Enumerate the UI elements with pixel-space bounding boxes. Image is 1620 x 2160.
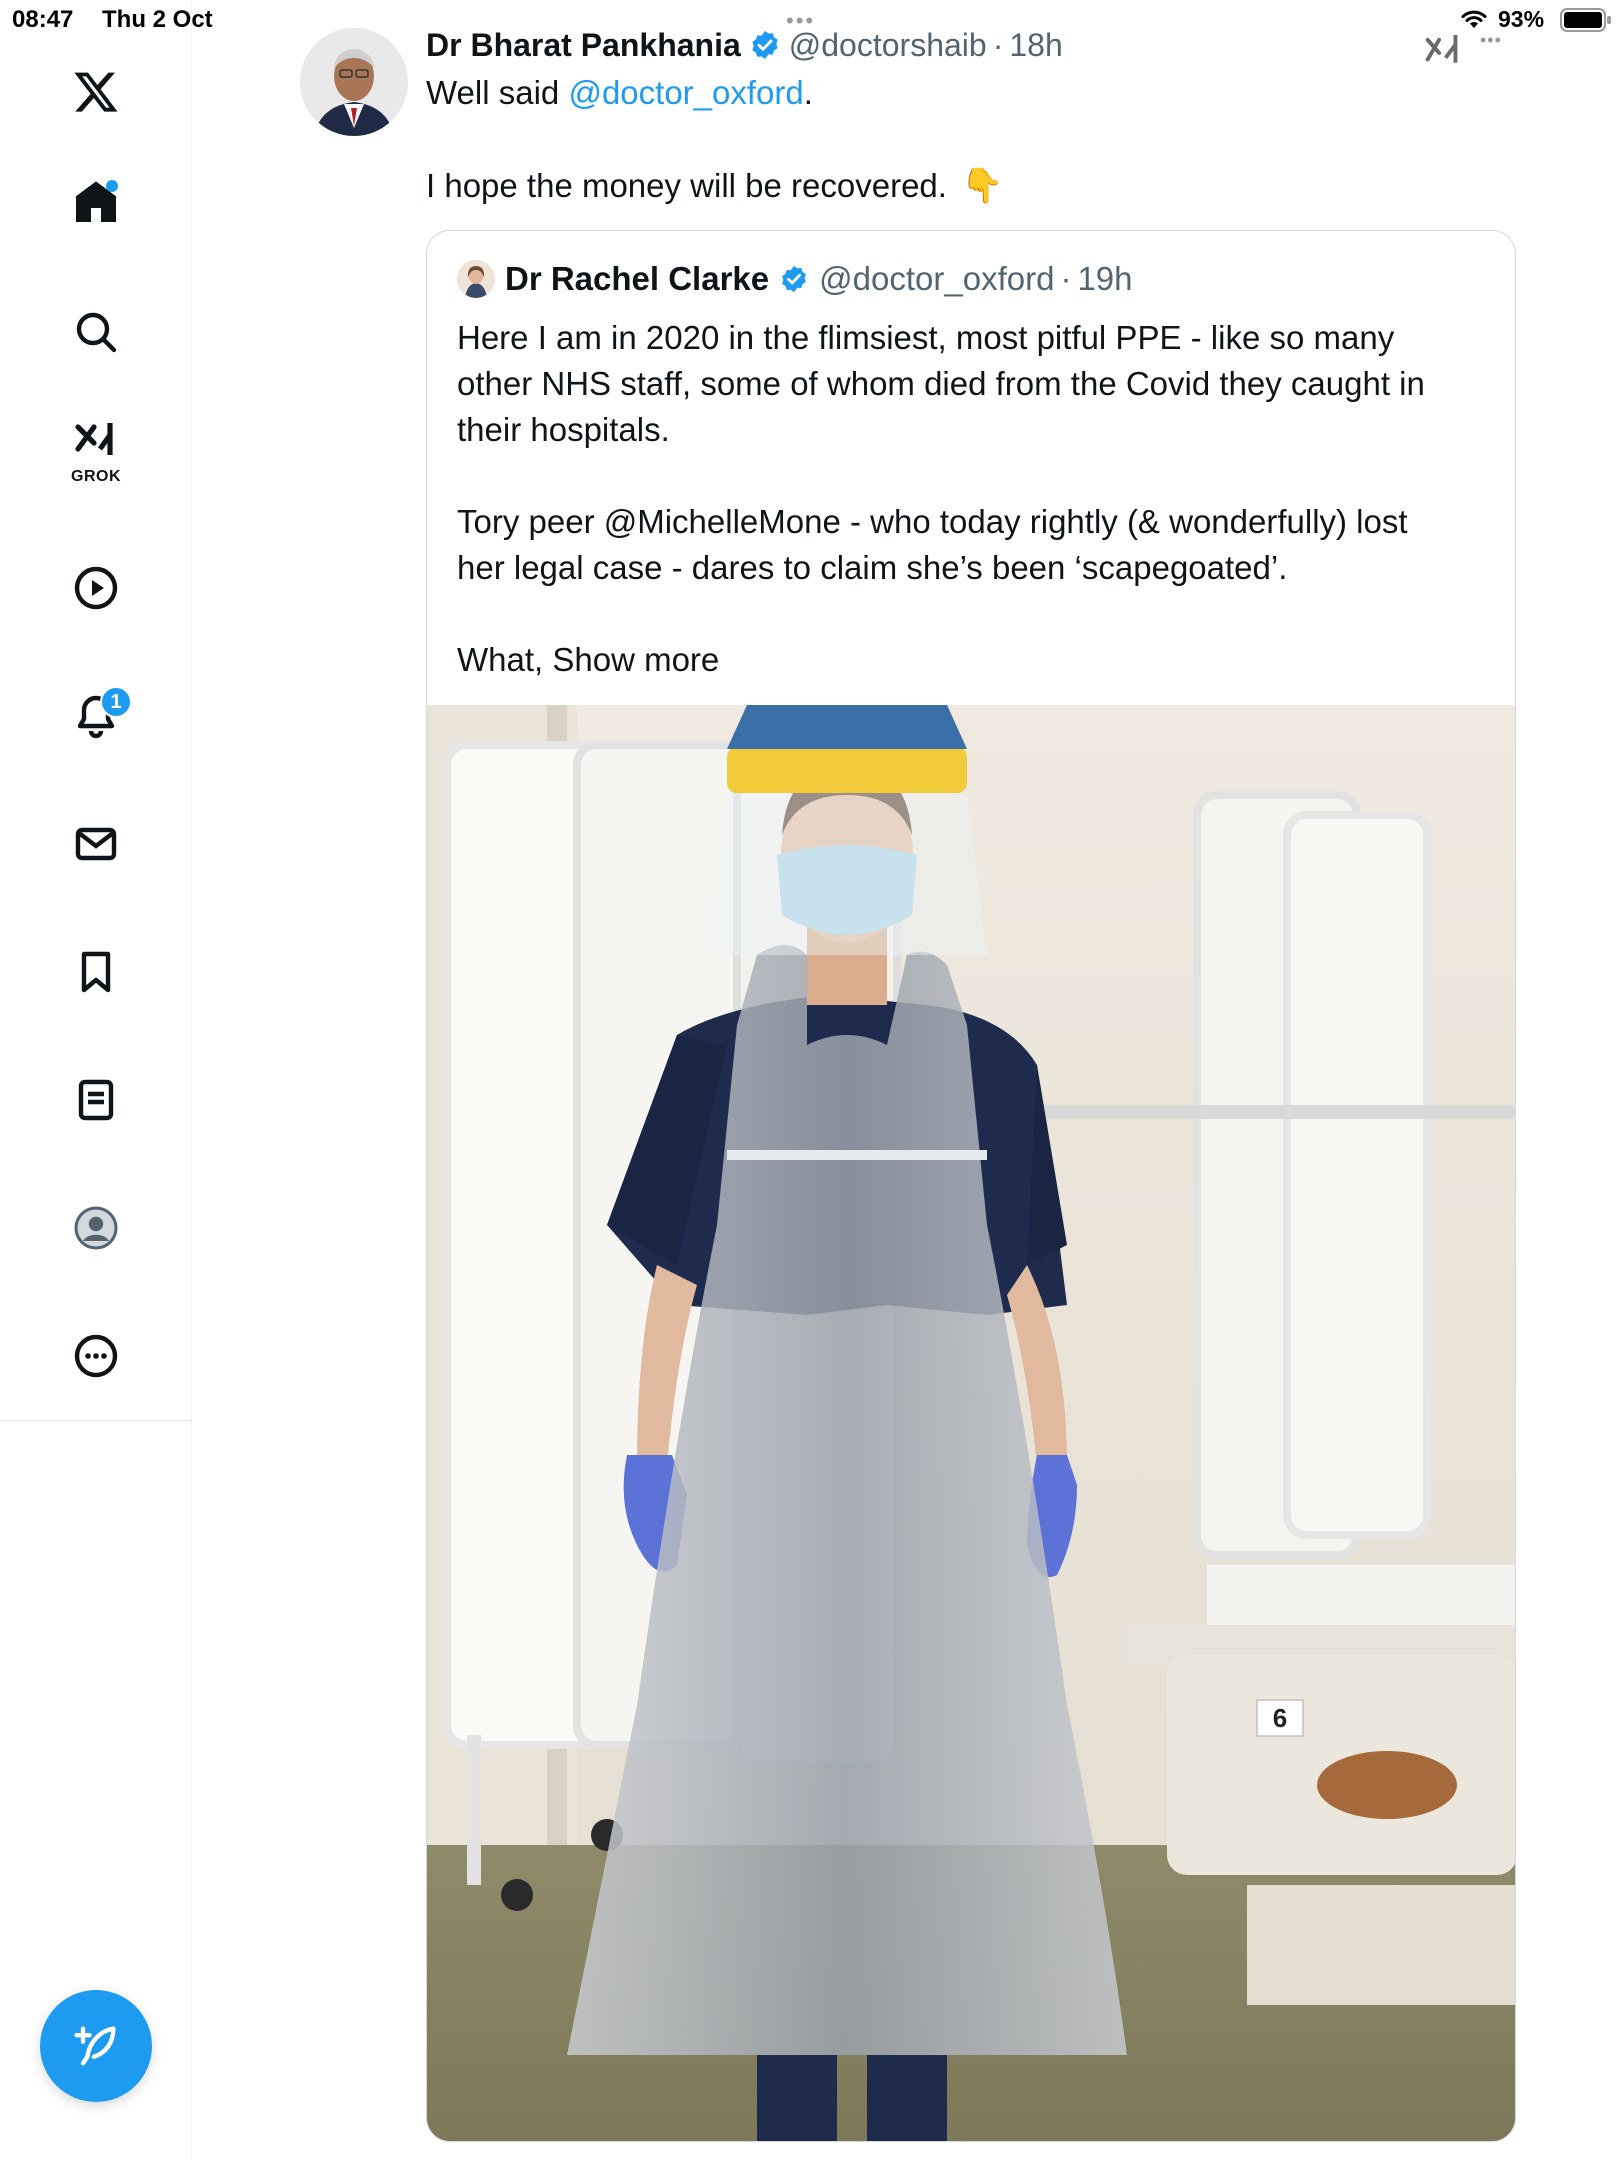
quote-timestamp: 19h [1077, 260, 1133, 297]
quote-text-paragraph-1: Here I am in 2020 in the flimsiest, most… [457, 315, 1497, 453]
xai-logo-icon[interactable] [1424, 30, 1464, 66]
sidebar-item-bookmarks[interactable] [56, 932, 136, 1012]
battery-icon [1560, 8, 1611, 32]
more-icon [74, 1334, 118, 1378]
overflow-dots-icon[interactable]: ••• [1480, 30, 1502, 51]
tweet-text-line2: I hope the money will be recovered. 👇 [426, 166, 1003, 206]
quote-text-line: Tory peer @MichelleMone - who today righ… [457, 503, 1408, 540]
pointing-down-emoji: 👇 [960, 167, 1004, 205]
quote-author-avatar [457, 260, 495, 298]
quote-text-line: her legal case - dares to claim she’s be… [457, 549, 1288, 586]
tweet-text: Well said [426, 74, 569, 111]
bookmark-icon [81, 951, 111, 993]
sidebar-item-messages[interactable] [56, 804, 136, 884]
quote-author-handle: @doctor_oxford [819, 260, 1055, 297]
quote-text-line: What, [457, 641, 553, 678]
tweet-text-line1: Well said @doctor_oxford. [426, 74, 813, 112]
mention-link[interactable]: @doctor_oxford [568, 74, 803, 111]
author-avatar[interactable] [300, 28, 408, 136]
search-icon [76, 312, 117, 353]
compose-post-button[interactable] [40, 1990, 152, 2102]
grok-label: GROK [71, 468, 121, 485]
quote-text-paragraph-2: Tory peer @MichelleMone - who today righ… [457, 499, 1497, 591]
quote-text-line: Here I am in 2020 in the flimsiest, most… [457, 319, 1395, 356]
sidebar-item-video[interactable] [56, 548, 136, 628]
sidebar-item-explore[interactable] [56, 292, 136, 372]
tweet-header: Dr Bharat Pankhania @doctorshaib · 18h [426, 22, 1063, 68]
quoted-tweet-card[interactable]: Dr Rachel Clarke @doctor_oxford · 19h He… [426, 230, 1516, 2142]
home-unread-dot [106, 180, 118, 192]
quote-text-line: other NHS staff, some of whom died from … [457, 365, 1425, 402]
mail-icon [75, 827, 117, 861]
sidebar-item-notifications[interactable]: 1 [56, 676, 136, 756]
avatar-icon [74, 1206, 118, 1250]
bed-number-label: 6 [1273, 1703, 1287, 1733]
quote-author-name: Dr Rachel Clarke [505, 260, 770, 297]
quote-text-line: their hospitals. [457, 411, 670, 448]
wifi-icon [1461, 10, 1487, 28]
show-more-link[interactable]: Show more [552, 641, 719, 678]
verified-badge-icon [752, 31, 778, 59]
quote-header: Dr Rachel Clarke @doctor_oxford · 19h [457, 259, 1133, 299]
author-name[interactable]: Dr Bharat Pankhania [426, 27, 741, 64]
sidebar-divider [0, 1420, 192, 1421]
compose-feather-icon [74, 2026, 116, 2066]
article-icon [78, 1079, 114, 1121]
tweet-text: . [803, 74, 813, 111]
sidebar-item-grok[interactable]: GROK [56, 410, 136, 490]
notification-badge: 1 [100, 686, 132, 718]
sidebar: GROK 1 [0, 0, 192, 2160]
timestamp[interactable]: 18h [1009, 27, 1062, 64]
quote-photo[interactable]: 6 [427, 705, 1516, 2142]
sidebar-item-home[interactable] [56, 162, 136, 242]
sidebar-item-articles[interactable] [56, 1060, 136, 1140]
quote-text-paragraph-3: What, Show more [457, 637, 1497, 683]
play-icon [74, 566, 118, 610]
sidebar-item-profile[interactable] [56, 1188, 136, 1268]
battery-percentage: 93% [1498, 6, 1545, 32]
sidebar-item-more[interactable] [56, 1316, 136, 1396]
separator: · [1060, 260, 1072, 297]
x-logo-icon[interactable] [56, 52, 136, 132]
verified-badge-icon [782, 265, 807, 293]
author-handle[interactable]: @doctorshaib [789, 27, 987, 64]
grok-icon [75, 423, 113, 455]
separator: · [992, 26, 1004, 63]
tweet-text: I hope the money will be recovered. [426, 167, 947, 204]
